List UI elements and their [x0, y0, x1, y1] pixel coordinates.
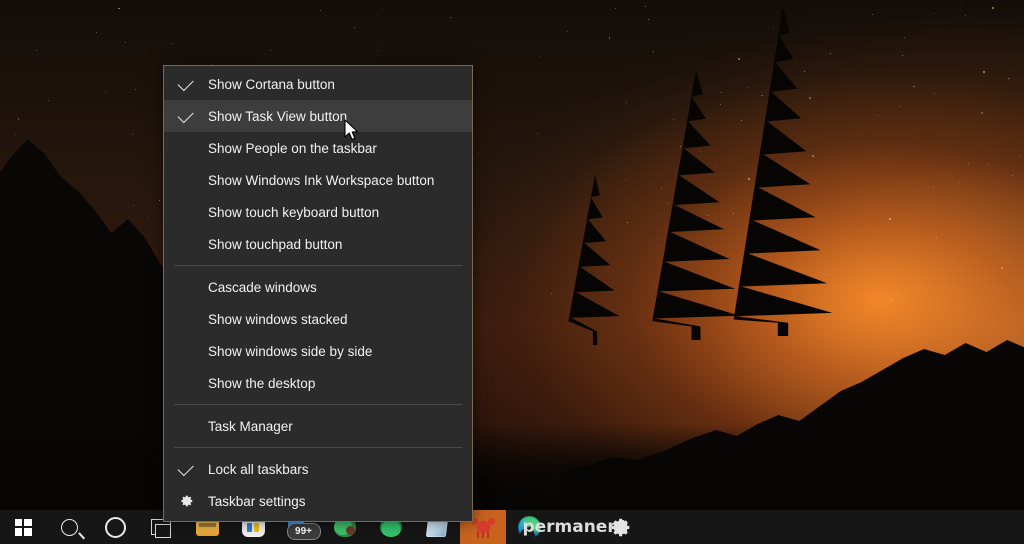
cortana-circle-icon: [104, 516, 126, 538]
cortana-button[interactable]: [92, 510, 138, 544]
menu-item-task-manager[interactable]: Task Manager: [164, 410, 472, 442]
menu-item-cascade-windows[interactable]: Cascade windows: [164, 271, 472, 303]
menu-separator: [174, 447, 462, 448]
search-icon: [60, 518, 78, 536]
menu-item-label: Show windows stacked: [208, 311, 348, 327]
crab-icon: [471, 516, 495, 538]
menu-item-label: Show touch keyboard button: [208, 204, 380, 220]
taskbar: 99+ permanent: [0, 510, 1024, 544]
menu-item-show-people-on-the-taskbar[interactable]: Show People on the taskbar: [164, 132, 472, 164]
menu-item-label: Show touchpad button: [208, 236, 343, 252]
taskbar-context-menu[interactable]: Show Cortana button Show Task View button…: [163, 65, 473, 522]
menu-item-label: Show windows side by side: [208, 343, 373, 359]
desktop-wallpaper: [0, 0, 1024, 544]
menu-item-label: Show Windows Ink Workspace button: [208, 172, 435, 188]
menu-item-show-task-view-button[interactable]: Show Task View button: [164, 100, 472, 132]
menu-item-show-cortana-button[interactable]: Show Cortana button: [164, 68, 472, 100]
gear-glyph: [181, 495, 193, 507]
menu-item-lock-all-taskbars[interactable]: Lock all taskbars: [164, 453, 472, 485]
desktop-screen: wsxdn.com 99+: [0, 0, 1024, 544]
menu-item-label: Cascade windows: [208, 279, 317, 295]
windows-logo-icon: [14, 518, 32, 536]
start-button[interactable]: [0, 510, 46, 544]
check-glyph: [177, 106, 194, 123]
menu-item-show-windows-ink-workspace-button[interactable]: Show Windows Ink Workspace button: [164, 164, 472, 196]
check-icon: [177, 74, 196, 91]
menu-item-show-touch-keyboard-button[interactable]: Show touch keyboard button: [164, 196, 472, 228]
check-icon: [177, 106, 196, 123]
notification-badge: 99+: [286, 522, 321, 540]
menu-item-label: Lock all taskbars: [208, 461, 309, 477]
check-glyph: [177, 459, 194, 476]
menu-item-show-windows-stacked[interactable]: Show windows stacked: [164, 303, 472, 335]
gear-icon: [611, 518, 629, 536]
gear-icon: [178, 494, 196, 508]
cjk-app-button[interactable]: permanent: [522, 510, 627, 544]
menu-item-show-touchpad-button[interactable]: Show touchpad button: [164, 228, 472, 260]
check-glyph: [177, 74, 194, 91]
menu-item-taskbar-settings[interactable]: Taskbar settings: [164, 485, 472, 517]
settings-button[interactable]: [598, 510, 644, 544]
menu-separator: [174, 265, 462, 266]
menu-item-label: Task Manager: [208, 418, 293, 434]
menu-item-label: Taskbar settings: [208, 493, 306, 509]
menu-item-show-the-desktop[interactable]: Show the desktop: [164, 367, 472, 399]
search-button[interactable]: [46, 510, 92, 544]
menu-item-label: Show People on the taskbar: [208, 140, 377, 156]
menu-item-show-windows-side-by-side[interactable]: Show windows side by side: [164, 335, 472, 367]
menu-item-label: Show the desktop: [208, 375, 316, 391]
menu-item-label: Show Task View button: [208, 108, 348, 124]
menu-item-label: Show Cortana button: [208, 76, 335, 92]
menu-separator: [174, 404, 462, 405]
wallpaper-noise: [0, 0, 1024, 544]
check-icon: [177, 459, 196, 476]
